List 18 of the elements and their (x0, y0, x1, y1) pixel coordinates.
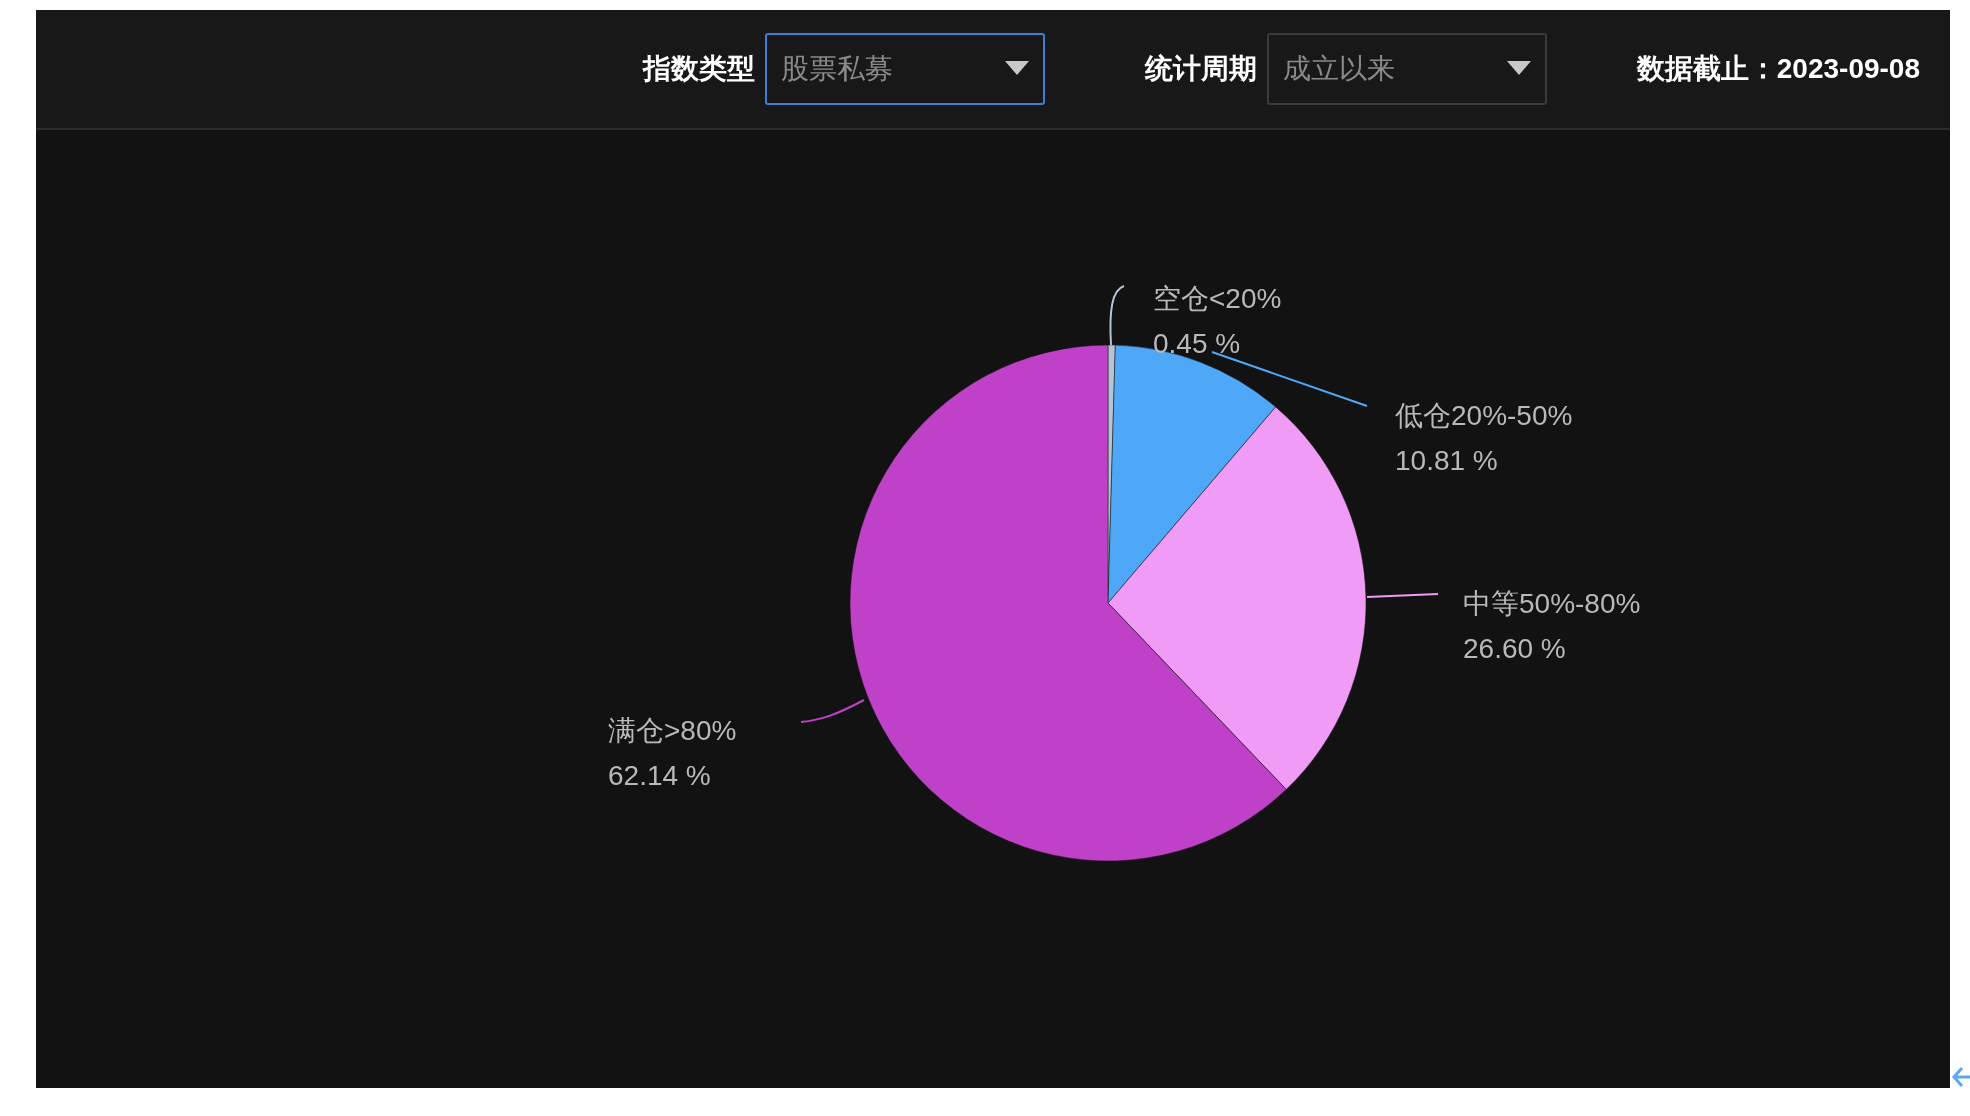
filter-label: 统计周期 (1144, 52, 1257, 86)
leader-line (800, 699, 865, 723)
as-of-date: 数据截止：2023-09-08 (1636, 52, 1920, 86)
dropdown-caret-icon (1004, 61, 1029, 77)
slice-label: 低仓20%-50% (1395, 400, 1573, 431)
dropdown-caret-icon (1506, 61, 1531, 77)
select-field[interactable]: 股票私募 (764, 33, 1045, 105)
filter-label: 指数类型 (642, 52, 755, 86)
leader-line (1109, 285, 1125, 346)
slice-label: 空仓<20% (1153, 283, 1282, 314)
slice-label: 满仓>80% (608, 715, 737, 746)
select-field[interactable]: 成立以来 (1266, 33, 1547, 105)
slice-label: 中等50%-80% (1463, 588, 1641, 619)
slice-value: 26.60 % (1463, 633, 1566, 664)
slice-value: 10.81 % (1395, 445, 1498, 476)
back-arrow-icon[interactable] (1952, 1066, 1970, 1088)
slice-value: 0.45 % (1153, 328, 1241, 359)
slice-value: 62.14 % (608, 760, 711, 791)
